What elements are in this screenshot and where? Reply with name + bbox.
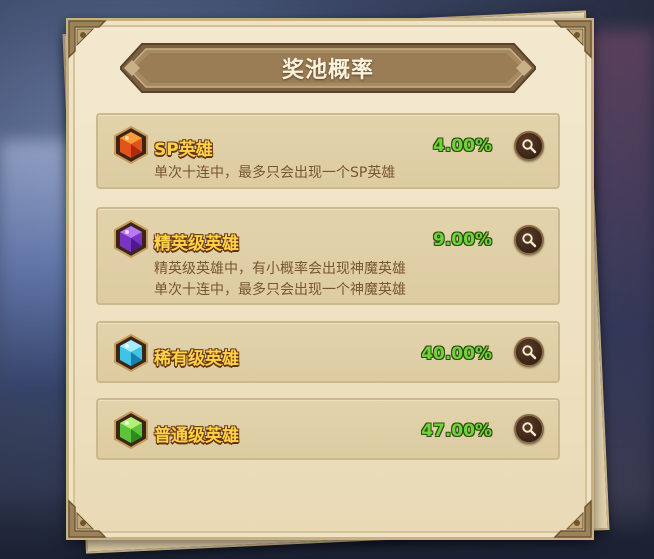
corner-ornament-icon [65, 489, 117, 541]
details-button[interactable] [514, 414, 544, 444]
details-button[interactable] [514, 225, 544, 255]
corner-ornament-icon [543, 17, 595, 69]
description-line: 精英级英雄中，有小概率会出现神魔英雄 [154, 261, 406, 277]
orange-hex-gem-icon [112, 125, 150, 165]
tier-percent: 47.00% [421, 421, 492, 441]
tier-description: 单次十连中，最多只会出现一个SP英雄 [154, 163, 395, 184]
tier-name: 精英级英雄 [154, 234, 239, 254]
magnifier-icon [522, 422, 537, 437]
details-button[interactable] [514, 337, 544, 367]
tier-row-elite: 精英级英雄 9.00% 精英级英雄中，有小概率会出现神魔英雄 单次十连中，最多只… [96, 207, 560, 305]
tier-name: 普通级英雄 [154, 426, 239, 446]
details-button[interactable] [514, 131, 544, 161]
tier-name: 稀有级英雄 [154, 349, 239, 369]
magnifier-icon [522, 233, 537, 248]
tier-description: 精英级英雄中，有小概率会出现神魔英雄 单次十连中，最多只会出现一个神魔英雄 [154, 259, 406, 301]
tier-percent: 4.00% [433, 136, 492, 156]
tier-row-common: 普通级英雄 47.00% [96, 398, 560, 460]
tier-row-sp: SP英雄 4.00% 单次十连中，最多只会出现一个SP英雄 [96, 113, 560, 189]
corner-ornament-icon [543, 489, 595, 541]
corner-ornament-icon [65, 17, 117, 69]
green-hex-gem-icon [112, 410, 150, 450]
cyan-hex-gem-icon [112, 333, 150, 373]
tier-row-rare: 稀有级英雄 40.00% [96, 321, 560, 383]
tier-name: SP英雄 [154, 140, 213, 160]
tier-percent: 40.00% [421, 344, 492, 364]
title-banner: 奖池概率 [120, 40, 536, 96]
description-line: 单次十连中，最多只会出现一个神魔英雄 [154, 282, 406, 298]
tier-percent: 9.00% [433, 230, 492, 250]
panel-title: 奖池概率 [281, 58, 374, 83]
magnifier-icon [522, 345, 537, 360]
purple-hex-gem-icon [112, 219, 150, 259]
description-line: 单次十连中，最多只会出现一个SP英雄 [154, 165, 396, 181]
magnifier-icon [522, 139, 537, 154]
